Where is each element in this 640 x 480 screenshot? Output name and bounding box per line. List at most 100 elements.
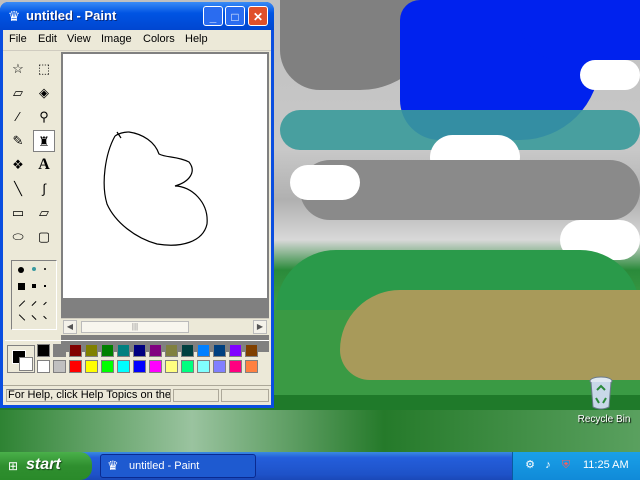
select-tool[interactable]: ⬚ bbox=[33, 58, 55, 80]
line-tool[interactable]: ╲ bbox=[7, 178, 29, 200]
color-swatch[interactable] bbox=[117, 344, 130, 357]
color-swatch[interactable] bbox=[69, 360, 82, 373]
close-button[interactable]: ✕ bbox=[248, 6, 268, 26]
polygon-icon: ▱ bbox=[39, 205, 49, 220]
rounded-rectangle-tool[interactable]: ▢ bbox=[33, 226, 55, 248]
color-swatch[interactable] bbox=[53, 344, 66, 357]
color-swatch[interactable] bbox=[149, 360, 162, 373]
brush-shape-option[interactable] bbox=[44, 268, 46, 270]
ellipse-tool[interactable]: ⬭ bbox=[7, 226, 29, 248]
wallpaper-cloud bbox=[580, 60, 640, 90]
brush-shape-option[interactable] bbox=[44, 285, 46, 287]
magnifier-tool[interactable]: ⚲ bbox=[33, 106, 55, 128]
drawing-canvas[interactable] bbox=[63, 54, 267, 298]
rectangle-tool[interactable]: ▭ bbox=[7, 202, 29, 224]
brush-shape-option[interactable] bbox=[31, 315, 37, 320]
color-swatch[interactable] bbox=[229, 344, 242, 357]
color-swatch[interactable] bbox=[197, 344, 210, 357]
taskbar-item-paint[interactable]: ♛ untitled - Paint bbox=[100, 454, 256, 478]
brush-shape-option[interactable] bbox=[18, 267, 24, 273]
color-palette bbox=[5, 340, 269, 377]
scroll-right-button[interactable]: ▶ bbox=[253, 320, 267, 334]
minimize-button[interactable]: _ bbox=[203, 6, 223, 26]
color-swatch[interactable] bbox=[85, 344, 98, 357]
menu-image[interactable]: Image bbox=[101, 33, 132, 45]
color-swatch[interactable] bbox=[165, 344, 178, 357]
brush-shape-option[interactable] bbox=[18, 283, 25, 290]
recycle-bin[interactable]: Recycle Bin bbox=[572, 376, 636, 430]
menu-bar: File Edit View Image Colors Help bbox=[3, 30, 271, 51]
security-alert-icon[interactable]: ⛨ bbox=[559, 458, 573, 472]
color-swatch[interactable] bbox=[181, 360, 194, 373]
start-button[interactable]: ⊞ start bbox=[0, 452, 92, 480]
pick-color-tool[interactable]: ⁄ bbox=[7, 106, 29, 128]
scroll-grip-icon: ||| bbox=[131, 322, 139, 331]
color-swatch[interactable] bbox=[37, 344, 50, 357]
color-swatch[interactable] bbox=[149, 344, 162, 357]
title-bar[interactable]: ♛ untitled - Paint _ □ ✕ bbox=[0, 2, 274, 30]
free-form-select-tool[interactable]: ☆ bbox=[7, 58, 29, 80]
ellipse-icon: ⬭ bbox=[12, 229, 24, 244]
pick-color-icon: ⁄ bbox=[16, 109, 20, 124]
brush-shape-option[interactable] bbox=[18, 314, 26, 321]
brush-shape-option[interactable] bbox=[43, 301, 47, 306]
status-cell-size bbox=[221, 389, 269, 402]
menu-edit[interactable]: Edit bbox=[38, 33, 57, 45]
color-swatch[interactable] bbox=[181, 344, 194, 357]
color-swatch[interactable] bbox=[85, 360, 98, 373]
free-form-select-icon: ☆ bbox=[12, 61, 24, 76]
taskbar-item-label: untitled - Paint bbox=[129, 460, 200, 472]
current-colors bbox=[7, 345, 35, 373]
color-swatch[interactable] bbox=[69, 344, 82, 357]
canvas-area: ◀ ||| ▶ bbox=[61, 52, 269, 352]
color-swatch[interactable] bbox=[53, 360, 66, 373]
recycle-bin-icon bbox=[589, 376, 613, 410]
menu-help[interactable]: Help bbox=[185, 33, 208, 45]
brush-shape-option[interactable] bbox=[32, 267, 36, 271]
fill-tool[interactable]: ◈ bbox=[33, 82, 55, 104]
color-swatch[interactable] bbox=[37, 360, 50, 373]
color-swatch[interactable] bbox=[229, 360, 242, 373]
pencil-tool[interactable]: ✎ bbox=[7, 130, 29, 152]
color-swatch[interactable] bbox=[245, 360, 258, 373]
volume-icon[interactable]: ♪ bbox=[541, 458, 555, 472]
brush-shape-option[interactable] bbox=[18, 300, 26, 307]
fill-icon: ◈ bbox=[39, 85, 49, 100]
curve-tool[interactable]: ∫ bbox=[33, 178, 55, 200]
color-swatch[interactable] bbox=[117, 360, 130, 373]
color-swatch[interactable] bbox=[101, 360, 114, 373]
select-icon: ⬚ bbox=[37, 61, 51, 76]
maximize-button[interactable]: □ bbox=[225, 6, 245, 26]
tool-options[interactable] bbox=[11, 260, 57, 330]
status-cell-position bbox=[173, 389, 219, 402]
airbrush-icon: ❖ bbox=[12, 157, 24, 172]
line-icon: ╲ bbox=[14, 181, 22, 196]
airbrush-tool[interactable]: ❖ bbox=[7, 154, 29, 176]
eraser-tool[interactable]: ▱ bbox=[7, 82, 29, 104]
scroll-left-button[interactable]: ◀ bbox=[63, 320, 77, 334]
color-swatch[interactable] bbox=[245, 344, 258, 357]
brush-shape-option[interactable] bbox=[31, 301, 37, 306]
menu-view[interactable]: View bbox=[67, 33, 91, 45]
color-swatch[interactable] bbox=[101, 344, 114, 357]
brush-shape-option[interactable] bbox=[43, 315, 47, 320]
menu-file[interactable]: File bbox=[9, 33, 27, 45]
color-swatch[interactable] bbox=[133, 344, 146, 357]
network-icon[interactable]: ⚙ bbox=[523, 458, 537, 472]
color-swatch[interactable] bbox=[197, 360, 210, 373]
toolbox: ☆ ⬚ ▱ ◈ ⁄ ⚲ ✎ ♜ ❖ A ╲ ∫ ▭ ▱ ⬭ ▢ bbox=[5, 54, 59, 354]
brush-tool[interactable]: ♜ bbox=[33, 130, 55, 152]
brush-shape-option[interactable] bbox=[32, 284, 36, 288]
minimize-icon: _ bbox=[209, 10, 217, 24]
color-swatch[interactable] bbox=[213, 344, 226, 357]
scroll-thumb[interactable]: ||| bbox=[81, 321, 189, 333]
color-swatch[interactable] bbox=[165, 360, 178, 373]
horizontal-scrollbar[interactable]: ◀ ||| ▶ bbox=[61, 318, 269, 335]
color-swatch[interactable] bbox=[213, 360, 226, 373]
drawn-shape bbox=[103, 131, 208, 246]
color-swatch[interactable] bbox=[133, 360, 146, 373]
curve-icon: ∫ bbox=[42, 181, 46, 196]
text-tool[interactable]: A bbox=[33, 154, 55, 176]
menu-colors[interactable]: Colors bbox=[143, 33, 175, 45]
polygon-tool[interactable]: ▱ bbox=[33, 202, 55, 224]
